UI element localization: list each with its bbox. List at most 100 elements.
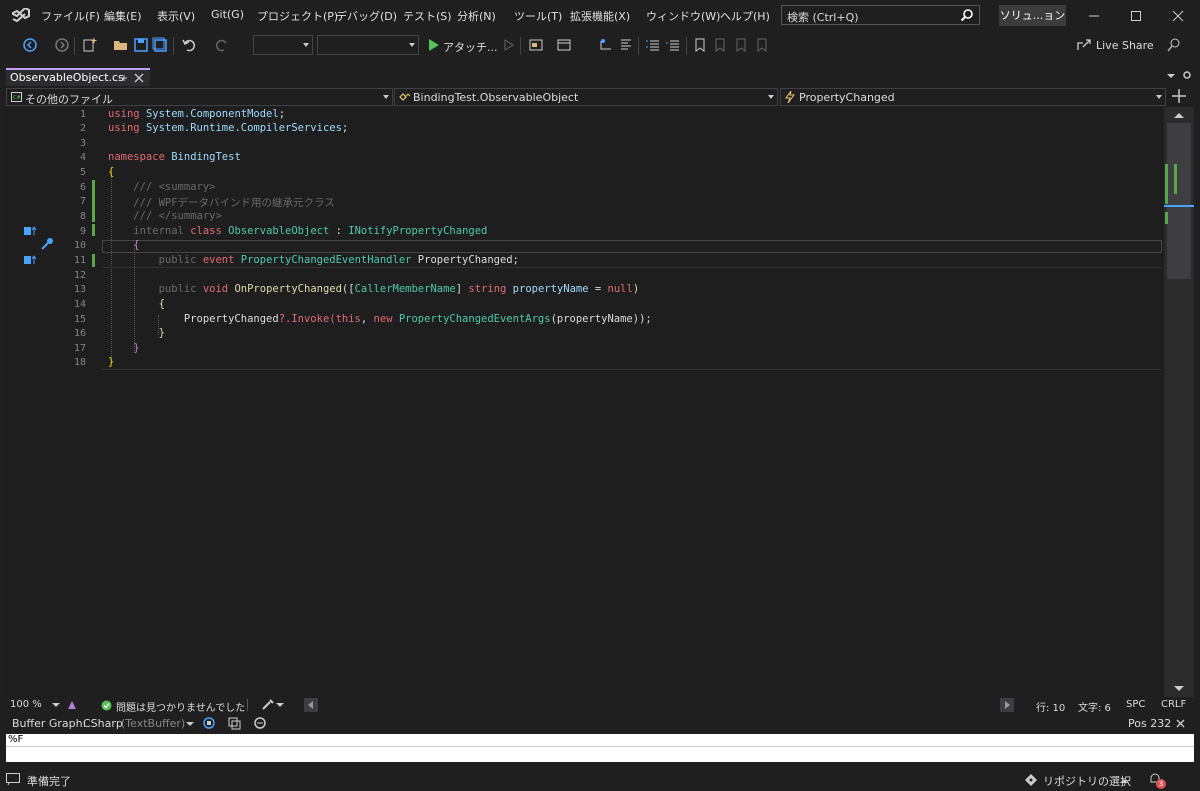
tab-close-icon[interactable] <box>134 73 144 83</box>
undo-icon[interactable] <box>181 37 197 53</box>
start-debug-icon[interactable] <box>426 37 442 53</box>
intellicode-icon[interactable] <box>66 699 78 711</box>
pin-icon[interactable] <box>118 73 128 83</box>
menu-git[interactable]: Git(G) <box>211 8 244 21</box>
attach-label[interactable]: アタッチ... <box>443 39 498 55</box>
comment-lines-icon[interactable] <box>645 37 661 53</box>
code-line-8: /// </summary> <box>133 210 222 222</box>
hscroll-right[interactable] <box>1000 698 1014 712</box>
quick-actions-screwdriver-icon[interactable] <box>40 237 54 251</box>
zoom-dropdown-icon[interactable] <box>52 703 60 708</box>
code-editor[interactable]: 1 2 3 4 5 6 7 8 9 10 11 12 13 14 15 16 1… <box>6 107 1164 697</box>
project-combo[interactable]: C# その他のファイル <box>6 88 393 106</box>
member-combo[interactable]: PropertyChanged <box>780 88 1166 106</box>
menu-analyze[interactable]: 分析(N) <box>457 8 496 24</box>
notification-count[interactable]: 3 <box>1156 779 1166 789</box>
next-bookmark-icon[interactable] <box>733 37 749 53</box>
buffer-dropdown-icon[interactable] <box>186 722 194 727</box>
hscroll-left[interactable] <box>304 698 318 712</box>
scroll-down-icon[interactable] <box>1173 685 1185 693</box>
line-number: 12 <box>73 270 86 281</box>
buffer-input-area[interactable]: %F <box>6 734 1194 762</box>
type-combo[interactable]: BindingTest.ObservableObject <box>394 88 778 106</box>
visual-studio-logo-icon[interactable] <box>12 8 30 24</box>
settings-gear-icon[interactable] <box>1182 70 1192 80</box>
navigate-back-icon[interactable] <box>22 37 38 53</box>
configuration-combo[interactable] <box>253 35 313 55</box>
open-folder-icon[interactable] <box>113 37 129 53</box>
chevron-up-icon[interactable] <box>1120 778 1128 783</box>
menu-debug[interactable]: デバッグ(D) <box>336 8 397 24</box>
format-document-icon[interactable] <box>618 37 634 53</box>
code-cleanup-brush-icon[interactable] <box>261 699 275 711</box>
menu-edit[interactable]: 編集(E) <box>104 8 142 24</box>
scroll-up-icon[interactable] <box>1173 111 1185 119</box>
issues-status[interactable]: 問題は見つかりませんでした <box>116 699 245 714</box>
scroll-thumb[interactable] <box>1167 123 1191 279</box>
buffer-graph-tool-icon[interactable] <box>202 716 216 730</box>
separator-line <box>102 267 1162 268</box>
search-input[interactable]: 検索 (Ctrl+Q) <box>787 9 859 25</box>
line-number: 2 <box>79 123 86 134</box>
line-ending-indicator[interactable]: CRLF <box>1161 699 1186 710</box>
bookmark-icon[interactable] <box>692 37 708 53</box>
buffer-graph-close-icon[interactable] <box>1176 719 1185 728</box>
step-icon[interactable] <box>598 37 614 53</box>
close-icon[interactable] <box>1168 6 1188 26</box>
search-box[interactable]: 検索 (Ctrl+Q) <box>781 5 980 25</box>
output-window-icon[interactable] <box>6 773 20 785</box>
menu-file[interactable]: ファイル(F) <box>41 8 100 24</box>
class-icon <box>399 93 411 101</box>
save-icon[interactable] <box>133 37 149 53</box>
menu-view[interactable]: 表示(V) <box>157 8 195 24</box>
cleanup-dropdown-icon[interactable] <box>276 703 284 708</box>
char-indicator[interactable]: 文字: 6 <box>1078 699 1111 714</box>
code-line-18: } <box>108 356 115 368</box>
scroll-left-icon[interactable] <box>304 698 318 712</box>
menu-tools[interactable]: ツール(T) <box>514 8 562 24</box>
codelens-implement-icon[interactable] <box>24 255 38 265</box>
line-indicator[interactable]: 行: 10 <box>1036 699 1065 714</box>
start-without-debug-icon[interactable] <box>501 37 517 53</box>
uncomment-lines-icon[interactable] <box>665 37 681 53</box>
buffer-graph-tool-icon[interactable] <box>253 716 267 730</box>
redo-icon[interactable] <box>214 37 230 53</box>
zoom-level[interactable]: 100 % <box>10 699 42 710</box>
buffer-graph-value[interactable]: CSharp <box>83 717 123 730</box>
minimize-icon[interactable] <box>1084 6 1104 26</box>
tab-list-dropdown-icon[interactable] <box>1166 72 1176 80</box>
tab-observableobject[interactable]: ObservableObject.cs <box>6 68 150 86</box>
line-number: 8 <box>79 211 86 222</box>
whitespace-indicator[interactable]: SPC <box>1126 699 1145 710</box>
navigate-forward-icon[interactable] <box>54 37 70 53</box>
split-window-icon[interactable] <box>1172 89 1186 103</box>
line-number: 4 <box>79 152 86 163</box>
codelens-references-icon[interactable] <box>24 226 38 236</box>
menu-project[interactable]: プロジェクト(P) <box>257 8 338 24</box>
menu-extensions[interactable]: 拡張機能(X) <box>570 8 630 24</box>
clear-bookmarks-icon[interactable] <box>754 37 770 53</box>
menu-help[interactable]: ヘルプ(H) <box>720 8 770 24</box>
editor-status-line: 100 % 問題は見つかりませんでした 行: 10 文字: 6 SPC CRLF <box>6 697 1194 714</box>
buffer-input-text[interactable]: %F <box>8 734 23 745</box>
buffer-graph-tool-icon[interactable] <box>227 716 241 730</box>
platform-combo[interactable] <box>317 35 419 55</box>
browser-link-icon[interactable] <box>528 37 544 53</box>
search-icon[interactable] <box>960 8 974 22</box>
menu-window[interactable]: ウィンドウ(W) <box>646 8 720 24</box>
window-layout-icon[interactable] <box>556 37 572 53</box>
solution-name-badge[interactable]: ソリュ...ョン1 <box>999 5 1066 43</box>
feedback-icon[interactable] <box>1166 37 1182 53</box>
select-repository[interactable]: リポジトリの選択 <box>1043 773 1131 789</box>
vertical-scrollbar[interactable] <box>1164 107 1194 697</box>
save-all-icon[interactable] <box>152 37 168 53</box>
tab-title[interactable]: ObservableObject.cs <box>10 71 124 84</box>
prev-bookmark-icon[interactable] <box>712 37 728 53</box>
scroll-right-icon[interactable] <box>1000 698 1014 712</box>
live-share-icon[interactable] <box>1076 37 1092 53</box>
git-branch-icon[interactable] <box>1024 773 1038 787</box>
menu-test[interactable]: テスト(S) <box>403 8 452 24</box>
live-share-button[interactable]: Live Share <box>1096 39 1154 52</box>
maximize-icon[interactable] <box>1126 6 1146 26</box>
new-project-icon[interactable] <box>82 37 98 53</box>
